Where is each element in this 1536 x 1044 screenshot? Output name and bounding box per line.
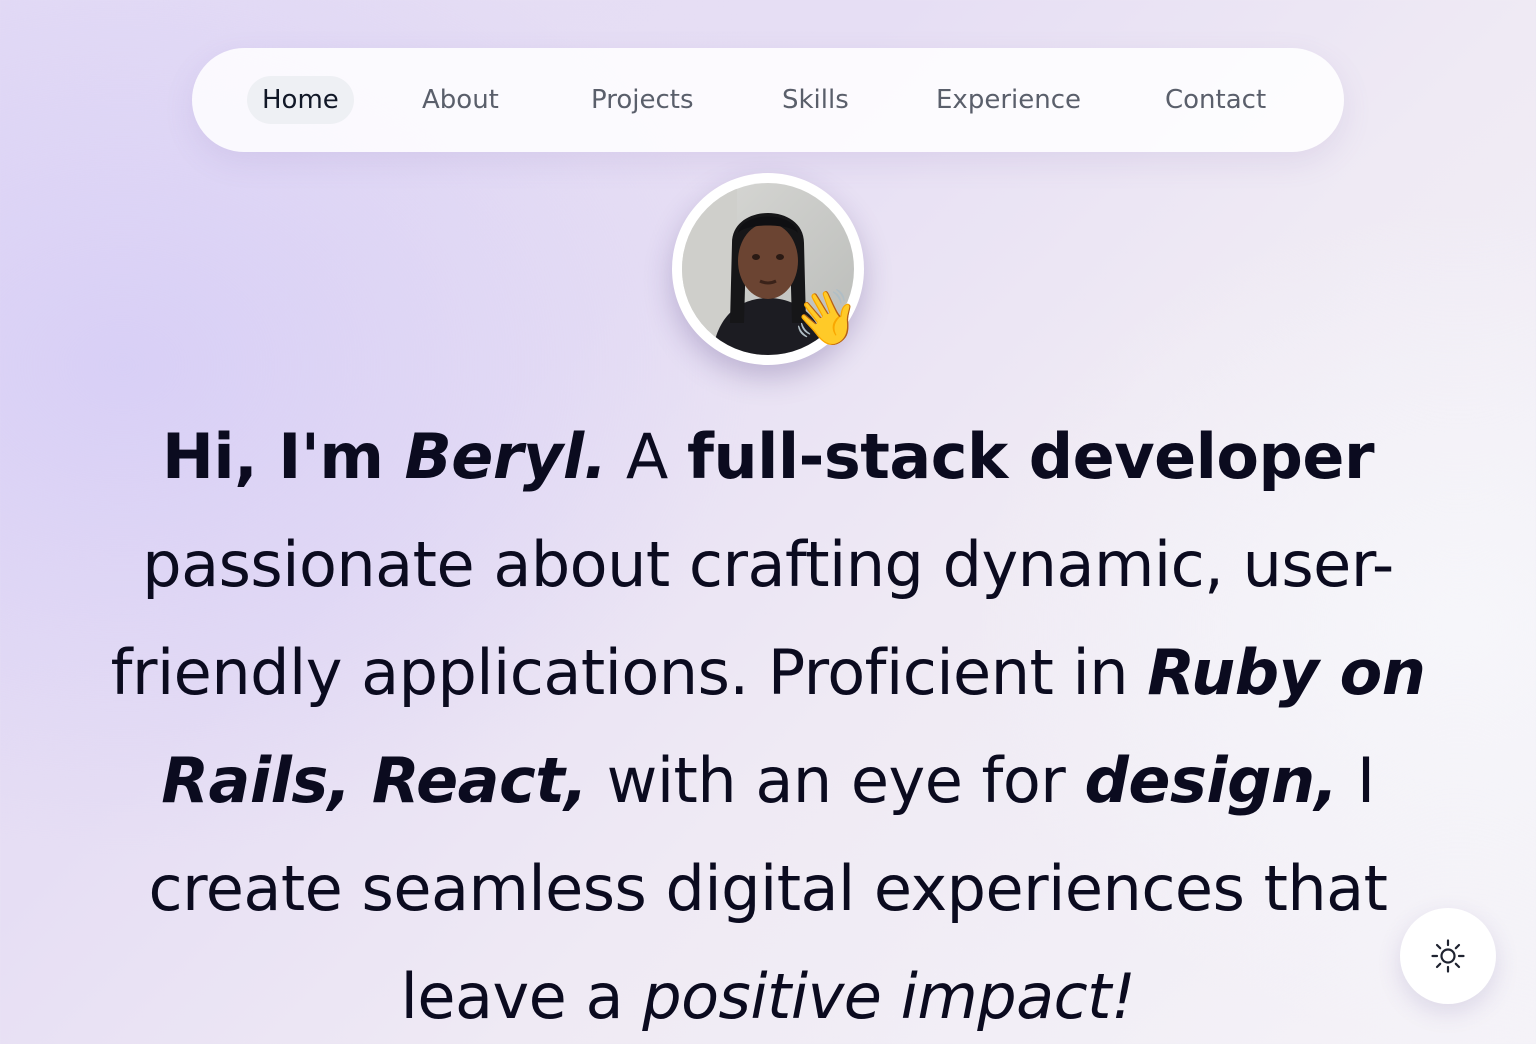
hero-text-4: with an eye for <box>587 744 1085 817</box>
hero-intro: Hi, I'm Beryl. A full-stack developer pa… <box>60 403 1476 1044</box>
hero-impact: positive impact! <box>642 960 1136 1033</box>
nav-item-skills[interactable]: Skills <box>782 76 849 124</box>
avatar-container: 👋 <box>672 173 864 365</box>
nav-item-about[interactable]: About <box>422 76 499 124</box>
nav-item-home[interactable]: Home <box>247 76 354 124</box>
theme-toggle-button[interactable] <box>1400 908 1496 1004</box>
hero-text-2: A <box>606 420 687 493</box>
hero-role: full-stack developer <box>686 420 1375 493</box>
nav-item-contact[interactable]: Contact <box>1165 76 1266 124</box>
main-nav: Home About Projects Skills Experience Co… <box>192 48 1344 152</box>
hero-name: Beryl. <box>404 420 608 493</box>
nav-item-projects[interactable]: Projects <box>591 76 694 124</box>
waving-hand-icon: 👋 <box>792 286 860 349</box>
hero-design: design, <box>1084 744 1339 817</box>
sun-icon <box>1431 939 1465 973</box>
nav-item-experience[interactable]: Experience <box>936 76 1081 124</box>
hero-greeting: Hi, I'm <box>161 420 405 493</box>
